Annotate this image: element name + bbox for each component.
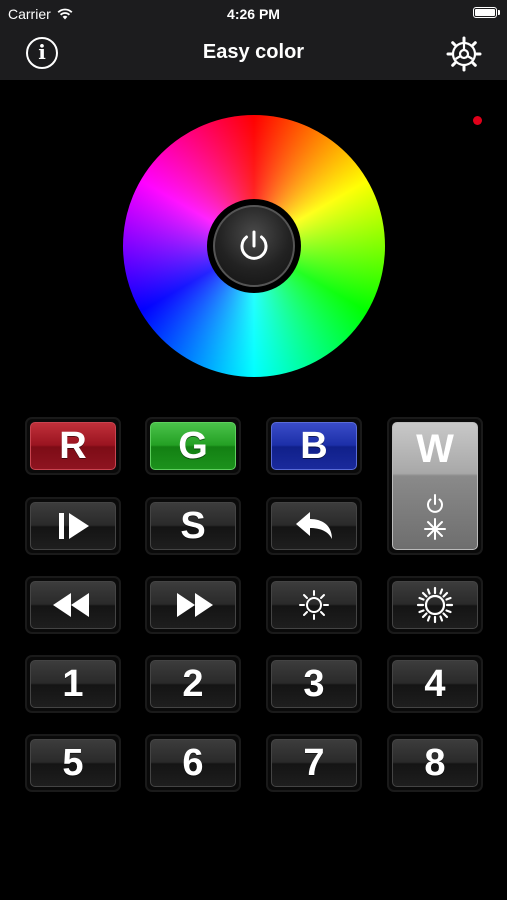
- number-button-1[interactable]: 1: [25, 655, 121, 713]
- white-label: W: [416, 427, 454, 471]
- battery-icon: [473, 7, 500, 18]
- fast-forward-button[interactable]: [145, 576, 241, 634]
- number-label: 2: [182, 662, 204, 705]
- number-label: 8: [424, 741, 446, 784]
- connection-indicator: [473, 116, 482, 125]
- gear-icon[interactable]: [446, 36, 482, 72]
- green-button[interactable]: G: [145, 417, 241, 475]
- power-button[interactable]: [207, 199, 301, 293]
- speed-label: S: [180, 504, 206, 547]
- number-button-2[interactable]: 2: [145, 655, 241, 713]
- number-label: 7: [303, 741, 325, 784]
- blue-button[interactable]: B: [266, 417, 362, 475]
- number-label: 4: [424, 662, 446, 705]
- number-label: 6: [182, 741, 204, 784]
- red-button[interactable]: R: [25, 417, 121, 475]
- power-icon: [240, 230, 268, 260]
- white-button[interactable]: W: [387, 417, 483, 555]
- brightness-down-button[interactable]: [266, 576, 362, 634]
- power-sun-icon: [424, 494, 446, 540]
- brightness-up-icon: [416, 586, 454, 624]
- brightness-up-button[interactable]: [387, 576, 483, 634]
- number-button-8[interactable]: 8: [387, 734, 483, 792]
- fast-forward-icon: [177, 593, 213, 617]
- blue-label: B: [300, 424, 328, 467]
- number-button-4[interactable]: 4: [387, 655, 483, 713]
- number-label: 3: [303, 662, 325, 705]
- number-label: 1: [62, 662, 84, 705]
- number-button-6[interactable]: 6: [145, 734, 241, 792]
- green-label: G: [178, 424, 208, 467]
- back-button[interactable]: [266, 497, 362, 555]
- status-time: 4:26 PM: [227, 6, 280, 22]
- number-label: 5: [62, 741, 84, 784]
- play-button[interactable]: [25, 497, 121, 555]
- status-bar: Carrier 4:26 PM: [0, 0, 507, 28]
- number-button-3[interactable]: 3: [266, 655, 362, 713]
- number-button-5[interactable]: 5: [25, 734, 121, 792]
- back-arrow-icon: [296, 512, 332, 539]
- brightness-down-icon: [299, 590, 329, 620]
- page-title: Easy color: [202, 41, 305, 63]
- play-icon: [59, 513, 89, 539]
- rewind-button[interactable]: [25, 576, 121, 634]
- speed-button[interactable]: S: [145, 497, 241, 555]
- nav-bar: i Easy color: [0, 28, 507, 80]
- red-label: R: [59, 424, 87, 467]
- rewind-icon: [53, 593, 89, 617]
- number-button-7[interactable]: 7: [266, 734, 362, 792]
